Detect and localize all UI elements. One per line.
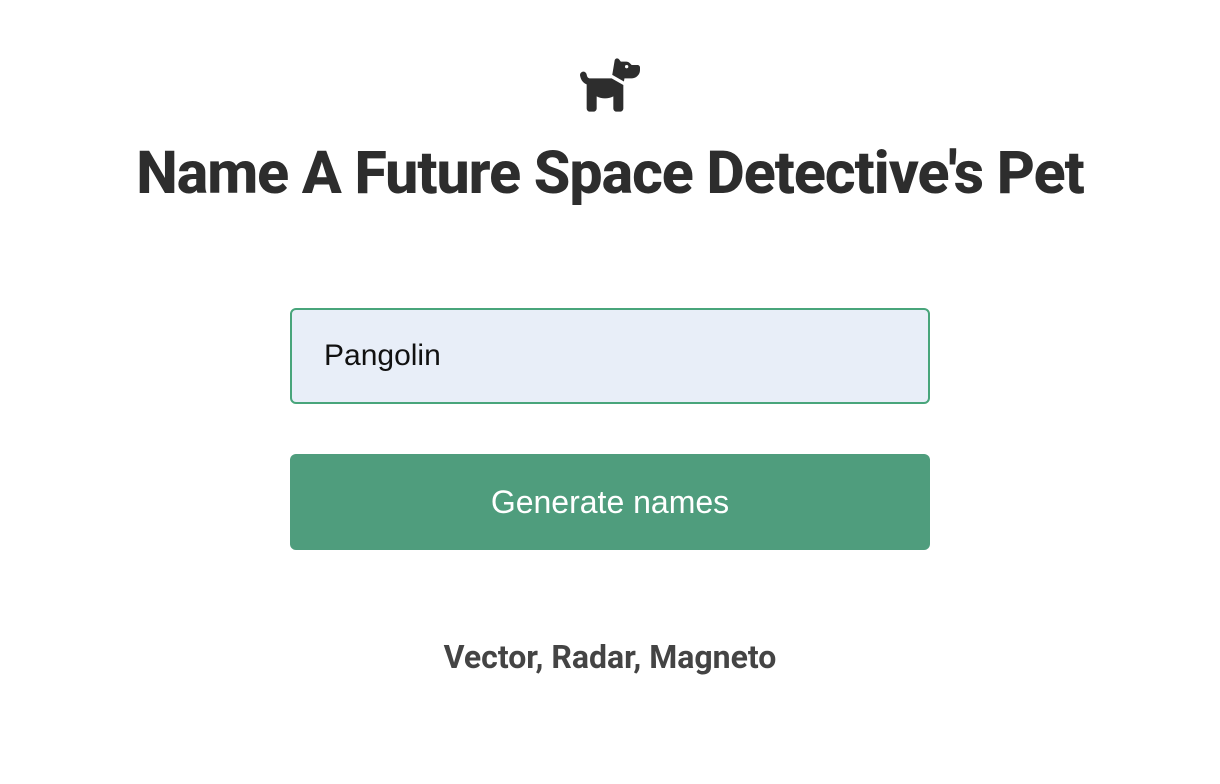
generate-button[interactable]: Generate names (290, 454, 930, 550)
page-title: Name A Future Space Detective's Pet (136, 139, 1084, 208)
animal-input[interactable] (290, 308, 930, 404)
dog-icon (580, 55, 640, 115)
form-area: Generate names Vector, Radar, Magneto (290, 308, 930, 676)
result-text: Vector, Radar, Magneto (290, 638, 930, 676)
